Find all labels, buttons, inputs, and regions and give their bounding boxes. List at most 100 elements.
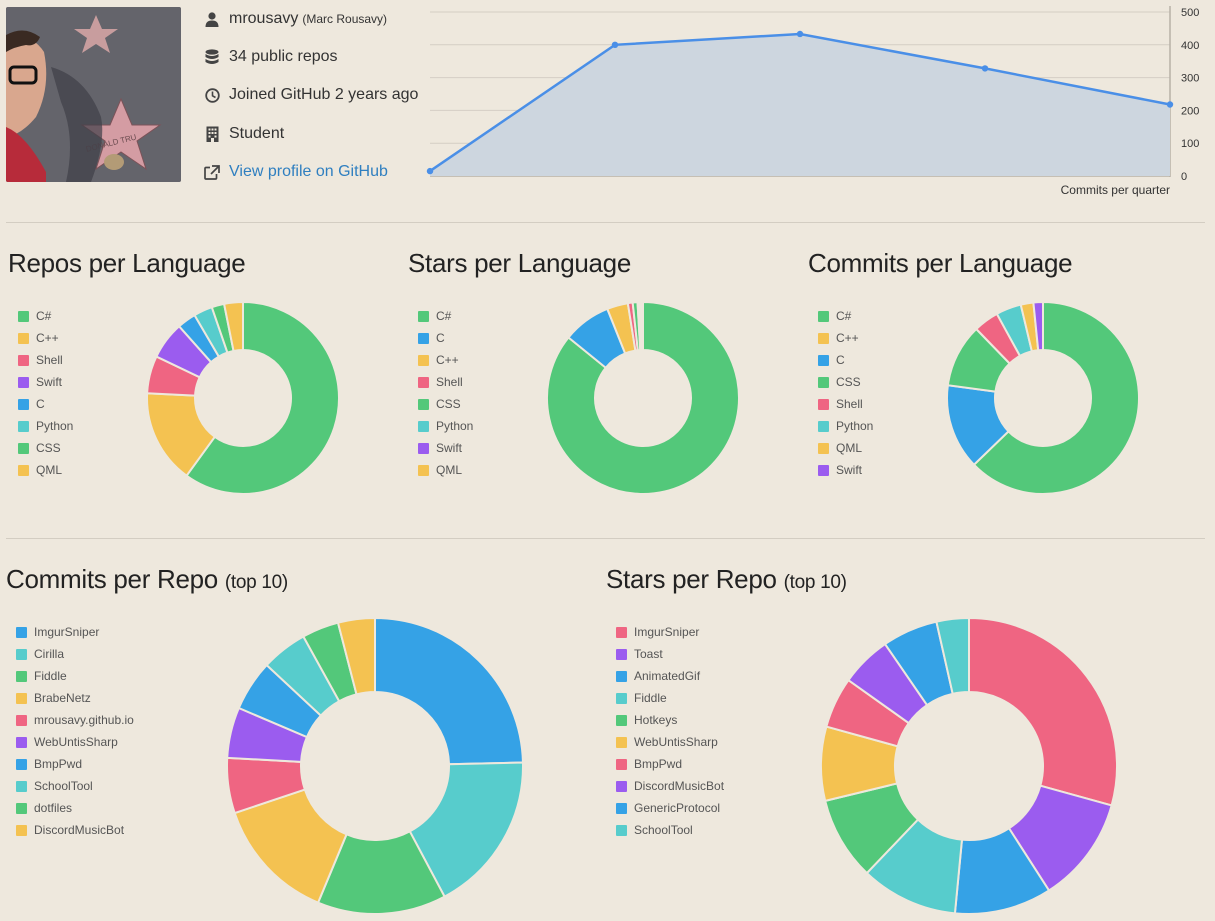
legend-swatch — [418, 464, 429, 476]
legend-item[interactable]: GenericProtocol — [616, 797, 724, 819]
commits-per-repo-title-text: Commits per Repo — [6, 564, 218, 594]
legend-swatch — [18, 464, 29, 476]
legend-item[interactable]: SchoolTool — [616, 819, 724, 841]
legend-swatch — [16, 824, 27, 836]
legend-item[interactable]: dotfiles — [16, 797, 134, 819]
commits-per-language-legend: C# C++ C CSS Shell Python QML Swift — [818, 305, 873, 481]
legend-item[interactable]: C — [418, 327, 473, 349]
legend-label: Fiddle — [634, 691, 667, 705]
legend-item[interactable]: C# — [418, 305, 473, 327]
commits-per-language-donut — [946, 300, 1140, 495]
commits-per-repo-title: Commits per Repo (top 10) — [6, 564, 288, 595]
legend-item[interactable]: Fiddle — [16, 665, 134, 687]
data-point — [611, 41, 619, 48]
legend-label: C — [836, 353, 845, 367]
legend-item[interactable]: Cirilla — [16, 643, 134, 665]
legend-item[interactable]: Hotkeys — [616, 709, 724, 731]
legend-swatch — [616, 780, 627, 792]
legend-swatch — [818, 398, 829, 410]
data-point — [426, 167, 434, 175]
legend-swatch — [818, 332, 829, 344]
legend-item[interactable]: BrabeNetz — [16, 687, 134, 709]
donut-slice[interactable] — [374, 616, 524, 766]
legend-item[interactable]: Python — [818, 415, 873, 437]
legend-item[interactable]: CSS — [18, 437, 73, 459]
legend-item[interactable]: AnimatedGif — [616, 665, 724, 687]
legend-item[interactable]: C# — [818, 305, 873, 327]
legend-swatch — [818, 310, 829, 322]
legend-item[interactable]: C++ — [18, 327, 73, 349]
legend-swatch — [418, 332, 429, 344]
legend-swatch — [18, 310, 29, 322]
legend-swatch — [18, 420, 29, 432]
legend-item[interactable]: Shell — [818, 393, 873, 415]
y-tick-label: 100 — [1181, 138, 1199, 150]
stars-per-repo-title-suffix: (top 10) — [783, 572, 847, 593]
legend-label: mrousavy.github.io — [34, 713, 134, 727]
legend-label: SchoolTool — [34, 779, 93, 793]
legend-item[interactable]: ImgurSniper — [16, 621, 134, 643]
legend-item[interactable]: DiscordMusicBot — [16, 819, 134, 841]
legend-item[interactable]: C# — [18, 305, 73, 327]
legend-item[interactable]: Fiddle — [616, 687, 724, 709]
legend-label: BmpPwd — [34, 757, 83, 771]
section-divider — [6, 538, 1205, 539]
legend-item[interactable]: CSS — [418, 393, 473, 415]
legend-label: Shell — [836, 397, 863, 411]
legend-label: CSS — [436, 397, 461, 411]
legend-item[interactable]: C — [18, 393, 73, 415]
legend-item[interactable]: WebUntisSharp — [616, 731, 724, 753]
legend-swatch — [418, 398, 429, 410]
legend-item[interactable]: Swift — [18, 371, 73, 393]
legend-item[interactable]: QML — [818, 437, 873, 459]
legend-item[interactable]: C++ — [818, 327, 873, 349]
legend-item[interactable]: WebUntisSharp — [16, 731, 134, 753]
commits-per-repo-title-suffix: (top 10) — [224, 572, 288, 593]
legend-item[interactable]: BmpPwd — [616, 753, 724, 775]
legend-item[interactable]: Toast — [616, 643, 724, 665]
legend-swatch — [818, 442, 829, 454]
legend-item[interactable]: Python — [418, 415, 473, 437]
legend-swatch — [818, 420, 829, 432]
legend-label: Hotkeys — [634, 713, 678, 727]
y-axis-ticks: 0 100 200 300 400 500 — [1181, 7, 1199, 183]
legend-item[interactable]: CSS — [818, 371, 873, 393]
y-tick-label: 400 — [1181, 40, 1199, 52]
legend-item[interactable]: BmpPwd — [16, 753, 134, 775]
legend-label: DiscordMusicBot — [634, 779, 725, 793]
legend-item[interactable]: Swift — [418, 437, 473, 459]
legend-label: QML — [436, 463, 463, 477]
donut-slice[interactable] — [968, 616, 1118, 807]
legend-label: C++ — [436, 353, 459, 367]
donut-slice[interactable] — [640, 300, 644, 352]
legend-item[interactable]: Swift — [818, 459, 873, 481]
legend-label: C# — [836, 309, 852, 323]
stars-per-repo-title-text: Stars per Repo — [606, 564, 777, 594]
legend-swatch — [16, 648, 27, 660]
legend-label: QML — [36, 463, 63, 477]
legend-item[interactable]: QML — [18, 459, 73, 481]
legend-item[interactable]: Shell — [418, 371, 473, 393]
legend-item[interactable]: Python — [18, 415, 73, 437]
legend-item[interactable]: ImgurSniper — [616, 621, 724, 643]
legend-item[interactable]: C++ — [418, 349, 473, 371]
legend-swatch — [616, 626, 627, 638]
commits-per-quarter-chart: 0 100 200 300 400 500 Commits per quarter — [426, 6, 1199, 197]
x-axis-label: Commits per quarter — [1061, 183, 1170, 197]
legend-swatch — [418, 442, 429, 454]
legend-swatch — [616, 802, 627, 814]
legend-label: C++ — [836, 331, 859, 345]
legend-label: C# — [36, 309, 52, 323]
stars-per-language-donut — [546, 300, 740, 495]
legend-item[interactable]: SchoolTool — [16, 775, 134, 797]
legend-label: Cirilla — [34, 647, 64, 661]
legend-item[interactable]: mrousavy.github.io — [16, 709, 134, 731]
legend-item[interactable]: DiscordMusicBot — [616, 775, 724, 797]
legend-item[interactable]: C — [818, 349, 873, 371]
legend-item[interactable]: QML — [418, 459, 473, 481]
legend-label: Shell — [36, 353, 63, 367]
legend-swatch — [418, 310, 429, 322]
legend-swatch — [16, 758, 27, 770]
legend-swatch — [16, 626, 27, 638]
legend-item[interactable]: Shell — [18, 349, 73, 371]
